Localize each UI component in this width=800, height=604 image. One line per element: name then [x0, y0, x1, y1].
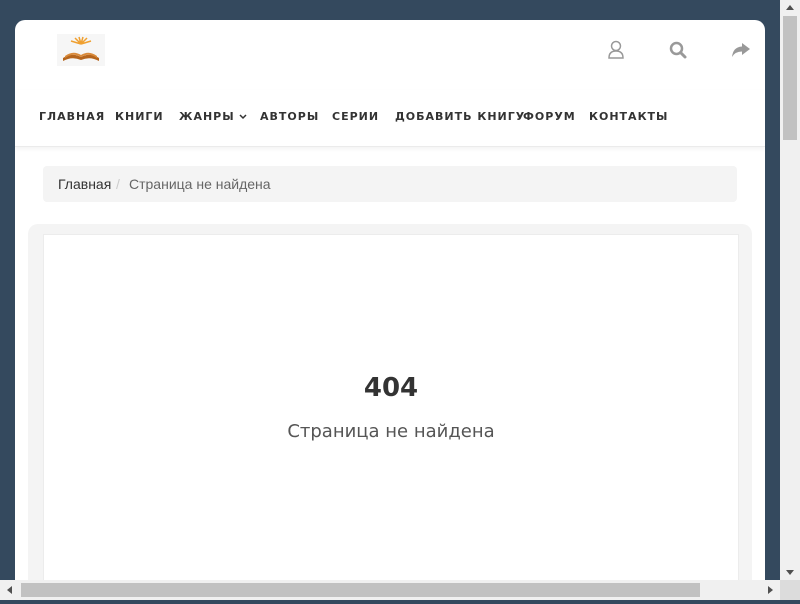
open-book-icon: [63, 36, 99, 61]
error-message: Страница не найдена: [287, 421, 495, 442]
horizontal-scrollbar[interactable]: [0, 580, 780, 600]
nav-item-series[interactable]: СЕРИИ: [332, 110, 379, 123]
vertical-scrollbar[interactable]: [780, 0, 800, 580]
content-panel: 404 Страница не найдена: [28, 224, 752, 580]
nav-item-home[interactable]: ГЛАВНАЯ: [39, 110, 105, 123]
nav-item-contacts[interactable]: КОНТАКТЫ: [589, 110, 668, 123]
breadcrumb: Главная / Страница не найдена: [43, 166, 737, 202]
breadcrumb-separator: /: [116, 176, 120, 192]
share-icon[interactable]: [729, 38, 753, 62]
search-icon[interactable]: [666, 38, 690, 62]
horizontal-scrollbar-thumb[interactable]: [21, 583, 700, 597]
nav-item-forum[interactable]: ФОРУМ: [523, 110, 576, 123]
chevron-down-icon: [239, 114, 247, 120]
error-card: 404 Страница не найдена: [43, 234, 739, 580]
error-code: 404: [363, 373, 419, 403]
scrollbar-corner: [780, 580, 800, 600]
nav-item-add-book[interactable]: ДОБАВИТЬ КНИГУ: [395, 110, 525, 123]
scroll-left-arrow-icon[interactable]: [0, 580, 20, 600]
top-bar: [15, 20, 765, 90]
nav-item-genres-label: ЖАНРЫ: [179, 110, 235, 123]
main-nav: ГЛАВНАЯ КНИГИ ЖАНРЫ АВТОРЫ СЕРИИ ДОБАВИТ…: [15, 90, 765, 147]
scroll-right-arrow-icon[interactable]: [760, 580, 780, 600]
nav-item-genres[interactable]: ЖАНРЫ: [179, 110, 247, 123]
nav-item-authors[interactable]: АВТОРЫ: [260, 110, 319, 123]
breadcrumb-home-link[interactable]: Главная: [58, 166, 111, 202]
vertical-scrollbar-thumb[interactable]: [783, 16, 797, 140]
scroll-down-arrow-icon[interactable]: [780, 564, 800, 580]
nav-item-books[interactable]: КНИГИ: [115, 110, 164, 123]
site-logo[interactable]: [57, 34, 105, 66]
scroll-up-arrow-icon[interactable]: [780, 0, 800, 16]
page-container: ГЛАВНАЯ КНИГИ ЖАНРЫ АВТОРЫ СЕРИИ ДОБАВИТ…: [15, 20, 765, 580]
user-icon[interactable]: [604, 38, 628, 62]
breadcrumb-current: Страница не найдена: [129, 176, 271, 192]
